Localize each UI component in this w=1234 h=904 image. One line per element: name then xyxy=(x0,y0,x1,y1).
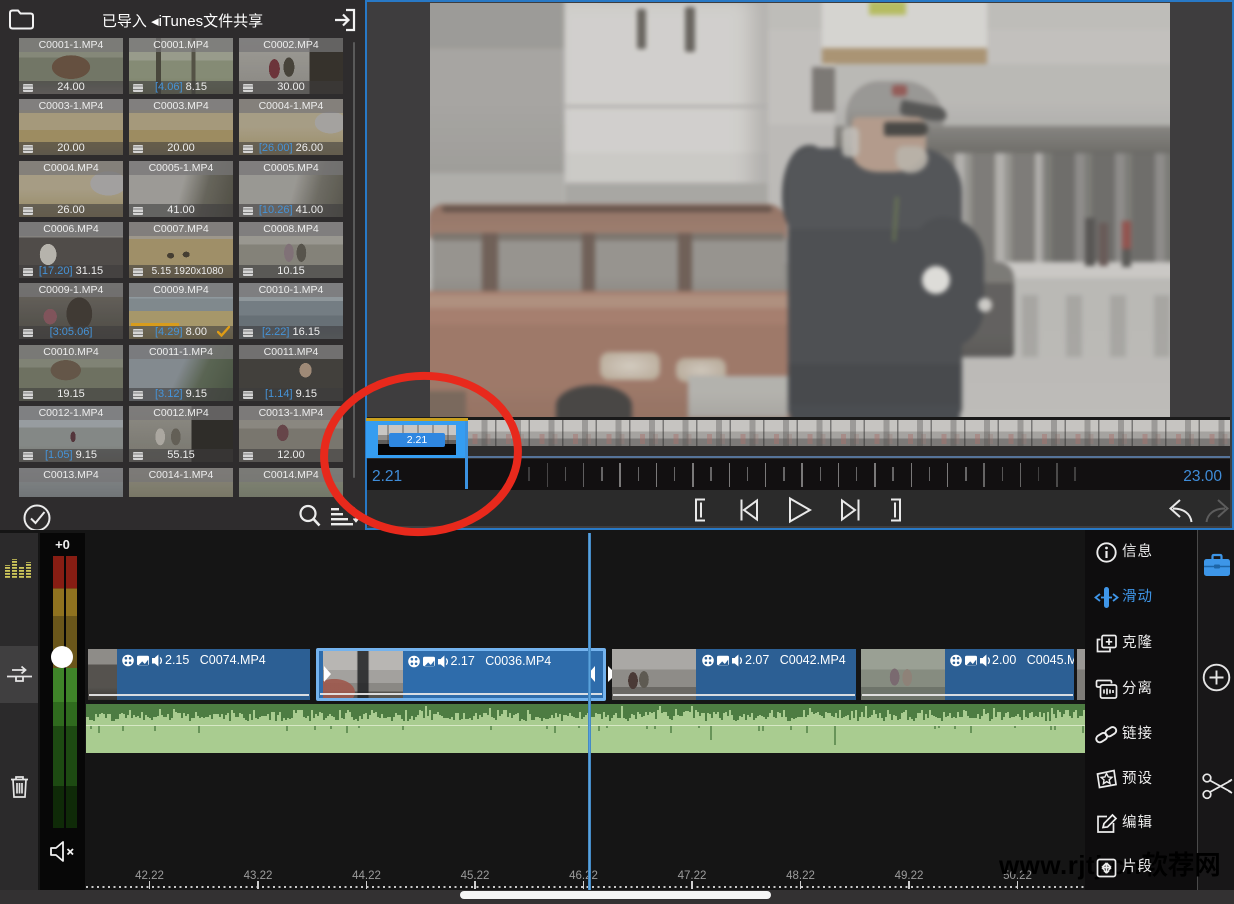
svg-text:a: a xyxy=(350,505,357,516)
